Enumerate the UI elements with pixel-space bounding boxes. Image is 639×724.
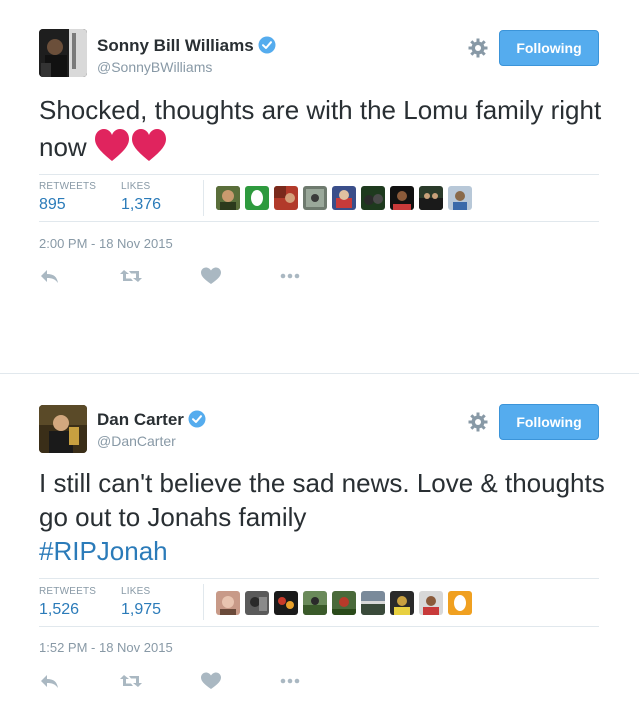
following-button[interactable]: Following [499,404,599,440]
heart-icon[interactable] [200,672,222,690]
gear-icon[interactable] [467,411,489,433]
avatar[interactable] [216,591,240,615]
tweet-text: I still can't believe the sad news. Love… [39,468,605,566]
likes-count[interactable]: 1,975 [121,601,161,619]
hashtag-link[interactable]: #RIPJonah [39,536,168,566]
tweet-text: Shocked, thoughts are with the Lomu fami… [39,92,609,171]
divider [39,578,599,579]
avatar[interactable] [361,591,385,615]
more-icon[interactable] [279,267,301,285]
likes-count[interactable]: 1,376 [121,196,161,214]
display-name[interactable]: Sonny Bill Williams [97,36,276,59]
avatar[interactable] [274,186,298,210]
retweet-icon[interactable] [120,267,142,285]
retweets-label: RETWEETS [39,586,97,597]
display-name[interactable]: Dan Carter [97,410,206,433]
avatar[interactable] [390,591,414,615]
avatar[interactable] [39,29,87,77]
reply-icon[interactable] [39,672,61,690]
avatar[interactable] [448,186,472,210]
heart-icon[interactable] [200,267,222,285]
avatar[interactable] [419,186,443,210]
more-icon[interactable] [279,672,301,690]
divider [39,626,599,627]
tweet-timestamp[interactable]: 2:00 PM - 18 Nov 2015 [39,236,173,251]
tweet-card: Sonny Bill Williams @SonnyBWilliams Foll… [0,0,639,363]
avatar[interactable] [303,591,327,615]
tweet-timestamp[interactable]: 1:52 PM - 18 Nov 2015 [39,640,173,655]
user-handle[interactable]: @DanCarter [97,433,176,449]
avatar[interactable] [216,186,240,210]
avatar[interactable] [419,591,443,615]
avatar[interactable] [332,186,356,210]
avatar[interactable] [39,405,87,453]
likes-label: LIKES [121,181,151,192]
avatar[interactable] [245,186,269,210]
verified-badge-icon [188,410,206,433]
card-gap [0,362,639,373]
avatar[interactable] [361,186,385,210]
stats-separator [203,584,204,620]
divider [39,174,599,175]
likes-label: LIKES [121,586,151,597]
avatar[interactable] [274,591,298,615]
retweet-icon[interactable] [120,672,142,690]
stats-separator [203,180,204,216]
retweets-label: RETWEETS [39,181,97,192]
following-button[interactable]: Following [499,30,599,66]
retweets-count[interactable]: 895 [39,196,66,214]
gear-icon[interactable] [467,37,489,59]
reply-icon[interactable] [39,267,61,285]
avatar[interactable] [245,591,269,615]
avatar[interactable] [303,186,327,210]
avatar[interactable] [390,186,414,210]
user-handle[interactable]: @SonnyBWilliams [97,59,212,75]
retweets-count[interactable]: 1,526 [39,601,79,619]
avatar[interactable] [448,591,472,615]
tweet-card: Dan Carter @DanCarter Following I still … [0,373,639,724]
verified-badge-icon [258,36,276,59]
heart-emoji-icons [94,128,168,171]
avatar[interactable] [332,591,356,615]
divider [39,221,599,222]
